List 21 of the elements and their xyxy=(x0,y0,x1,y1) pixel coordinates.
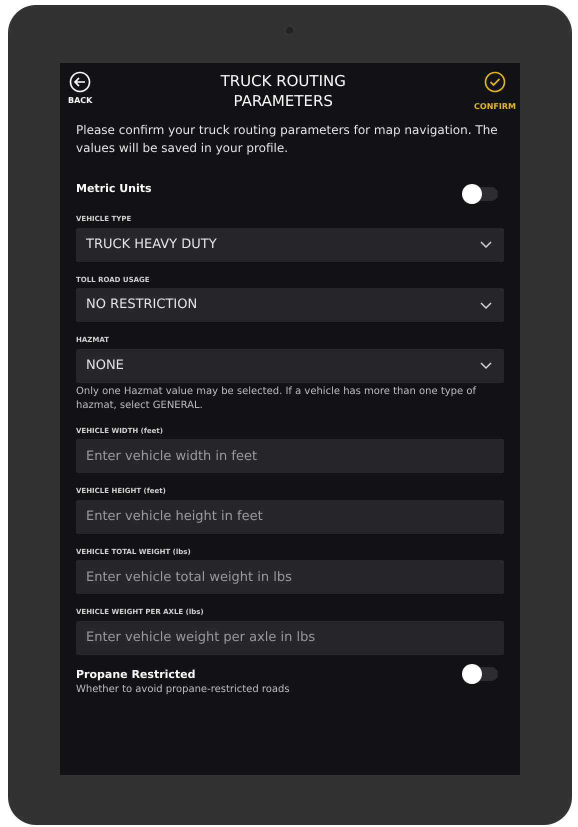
chevron-down-icon xyxy=(480,362,492,369)
chevron-down-icon xyxy=(480,302,492,308)
input-field[interactable]: Enter vehicle width in feet xyxy=(76,439,504,473)
input-field[interactable]: Enter vehicle total weight in lbs xyxy=(76,560,504,594)
setting-label: Propane Restricted xyxy=(76,666,197,682)
setting-label: Metric Units xyxy=(76,181,152,197)
input-field[interactable]: Enter vehicle weight per axle in lbs xyxy=(76,620,504,654)
dropdown-select[interactable]: NONE xyxy=(76,348,504,382)
toggle-switch[interactable] xyxy=(464,666,498,680)
chevron-down-icon xyxy=(480,241,492,248)
confirm-button[interactable]: CONFIRM xyxy=(474,71,516,113)
dropdown-select[interactable]: NO RESTRICTION xyxy=(76,288,504,322)
input-field[interactable]: Enter vehicle height in feet xyxy=(76,500,504,534)
toggle-switch[interactable] xyxy=(464,187,498,201)
help-text: Only one Hazmat value may be selected. If a vehicle has more than one type of hazmat, select GENERAL. xyxy=(76,384,478,412)
page-title: TRUCK ROUTING PARAMETERS xyxy=(220,71,347,111)
back-button[interactable]: BACK xyxy=(68,71,92,107)
checkmark-circle-icon xyxy=(484,71,506,93)
help-text: Whether to avoid propane-restricted roads xyxy=(76,683,290,697)
intro-text: Please confirm your truck routing parameters for map navigation. The values will be saved in your profile. xyxy=(76,122,499,157)
dropdown-select[interactable]: TRUCK HEAVY DUTY xyxy=(76,228,504,262)
